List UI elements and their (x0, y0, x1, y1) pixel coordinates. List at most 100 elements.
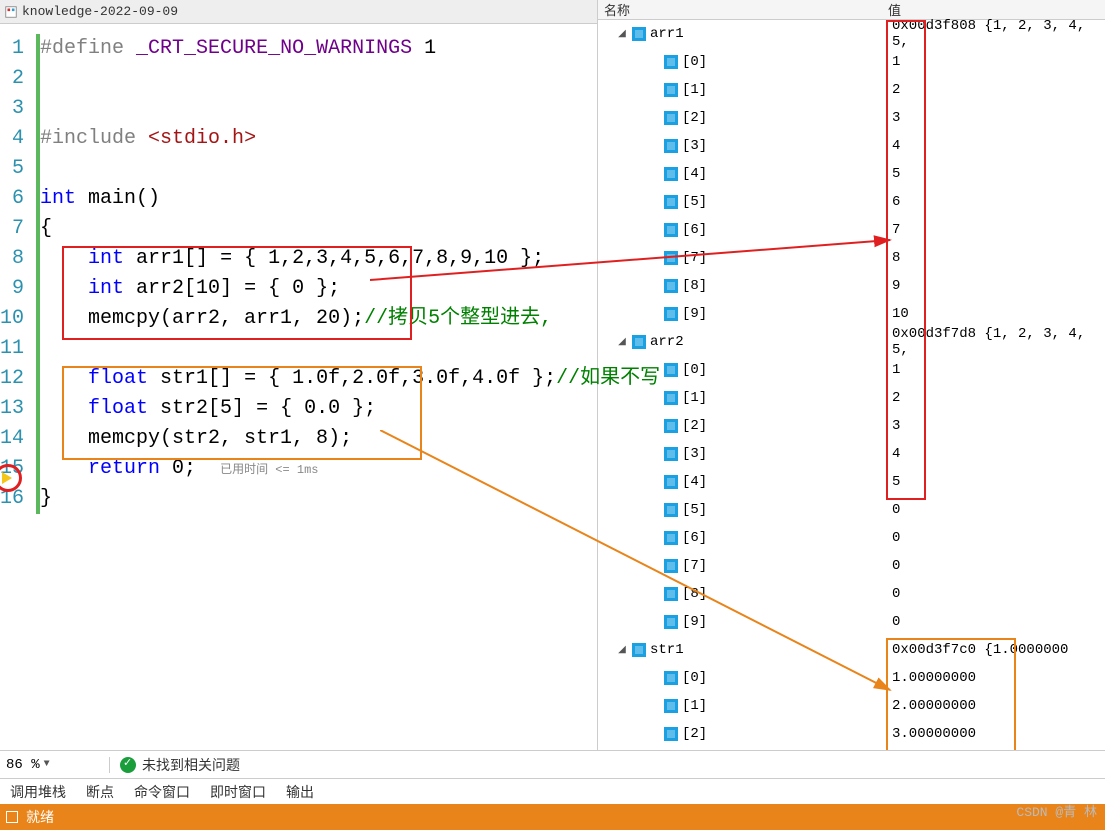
editor-pane: knowledge-2022-09-09 1234567891011121314… (0, 0, 598, 750)
watch-var-name: [4] (682, 474, 707, 490)
line-number: 12 (0, 364, 24, 394)
variable-icon (664, 55, 678, 69)
panel-tab[interactable]: 调用堆栈 (0, 782, 76, 802)
watch-var-name: [1] (682, 698, 707, 714)
watch-var-value: 5 (888, 474, 1105, 490)
line-number: 9 (0, 274, 24, 304)
watch-var-name: [5] (682, 502, 707, 518)
code-line[interactable]: #define _CRT_SECURE_NO_WARNINGS 1 (40, 34, 660, 64)
code-line[interactable]: float str2[5] = { 0.0 }; (40, 394, 660, 424)
watch-var-value: 0x00d3f7d8 {1, 2, 3, 4, 5, (888, 326, 1105, 358)
code-line[interactable]: #include <stdio.h> (40, 124, 660, 154)
watch-header-value[interactable]: 值 (888, 0, 901, 19)
editor-status-bar: 86 % ▼ 未找到相关问题 (0, 750, 1105, 778)
code-line[interactable]: memcpy(str2, str1, 8); (40, 424, 660, 454)
watch-row[interactable]: [0] 1 (598, 356, 1105, 384)
variable-icon (664, 447, 678, 461)
current-line-arrow-icon (2, 472, 12, 484)
variable-icon (664, 139, 678, 153)
watch-row[interactable]: [0]1.00000000 (598, 664, 1105, 692)
code-line[interactable]: int arr1[] = { 1,2,3,4,5,6,7,8,9,10 }; (40, 244, 660, 274)
watch-var-value: 10 (888, 306, 1105, 322)
panel-tab[interactable]: 命令窗口 (124, 782, 200, 802)
watch-body[interactable]: ◢arr10x00d3f808 {1, 2, 3, 4, 5,[0]1[1]2[… (598, 20, 1105, 750)
panel-tab[interactable]: 输出 (276, 782, 324, 802)
code-body[interactable]: #define _CRT_SECURE_NO_WARNINGS 1 #includ… (40, 24, 660, 750)
zoom-label: 86 % (6, 757, 40, 773)
watch-pane: 名称 值 ◢arr10x00d3f808 {1, 2, 3, 4, 5,[0]1… (598, 0, 1105, 750)
code-line[interactable]: { (40, 214, 660, 244)
watch-var-value: 0x00d3f7c0 {1.0000000 (888, 642, 1105, 658)
variable-icon (632, 27, 646, 41)
watch-var-value: 0 (888, 530, 1105, 546)
code-line[interactable]: } (40, 484, 660, 514)
code-line[interactable]: float str1[] = { 1.0f,2.0f,3.0f,4.0f };/… (40, 364, 660, 394)
code-line[interactable] (40, 154, 660, 184)
watch-header-name[interactable]: 名称 (598, 0, 888, 19)
watch-row[interactable]: [4] 5 (598, 160, 1105, 188)
line-number: 14 (0, 424, 24, 454)
variable-icon (664, 475, 678, 489)
no-issues-label: 未找到相关问题 (142, 755, 240, 775)
variable-icon (664, 699, 678, 713)
watch-row[interactable]: ◢arr20x00d3f7d8 {1, 2, 3, 4, 5, (598, 328, 1105, 356)
watch-row[interactable]: [1]2 (598, 384, 1105, 412)
watch-row[interactable]: [5]0 (598, 496, 1105, 524)
watch-row[interactable]: [8]0 (598, 580, 1105, 608)
code-line[interactable]: int arr2[10] = { 0 }; (40, 274, 660, 304)
watch-row[interactable]: [4] 5 (598, 468, 1105, 496)
watch-row[interactable]: [3]4.00000000 (598, 748, 1105, 750)
watch-row[interactable]: [6]7 (598, 216, 1105, 244)
watch-var-name: str1 (650, 642, 684, 658)
zoom-dropdown[interactable]: 86 % ▼ (0, 757, 110, 773)
watch-row[interactable]: ◢arr10x00d3f808 {1, 2, 3, 4, 5, (598, 20, 1105, 48)
expand-icon[interactable]: ◢ (616, 644, 628, 656)
line-number: 8 (0, 244, 24, 274)
stop-icon[interactable] (6, 811, 18, 823)
watch-row[interactable]: [9] 10 (598, 300, 1105, 328)
code-line[interactable] (40, 94, 660, 124)
code-line[interactable]: return 0; 已用时间 <= 1ms (40, 454, 660, 484)
watch-var-value: 1 (888, 362, 1105, 378)
watch-var-value: 7 (888, 222, 1105, 238)
watch-var-value: 5 (888, 166, 1105, 182)
expand-icon[interactable]: ◢ (616, 336, 628, 348)
line-number-gutter: 12345678910111213141516 (0, 24, 34, 750)
watch-row[interactable]: [1]2 (598, 76, 1105, 104)
watch-row[interactable]: [1] 2.00000000 (598, 692, 1105, 720)
expand-icon[interactable]: ◢ (616, 28, 628, 40)
watch-row[interactable]: [2]3.00000000 (598, 720, 1105, 748)
code-line[interactable] (40, 64, 660, 94)
watch-row[interactable]: [9]0 (598, 608, 1105, 636)
issues-status[interactable]: 未找到相关问题 (110, 755, 240, 775)
code-line[interactable]: int main() (40, 184, 660, 214)
line-number: 5 (0, 154, 24, 184)
watch-var-name: [4] (682, 166, 707, 182)
panel-tab[interactable]: 即时窗口 (200, 782, 276, 802)
watch-row[interactable]: [7]8 (598, 244, 1105, 272)
line-number: 13 (0, 394, 24, 424)
watch-row[interactable]: [2]3 (598, 104, 1105, 132)
watch-var-name: [9] (682, 306, 707, 322)
watch-row[interactable]: [7]0 (598, 552, 1105, 580)
watch-var-name: [0] (682, 362, 707, 378)
code-editor[interactable]: 12345678910111213141516 #define _CRT_SEC… (0, 24, 597, 750)
panel-tab[interactable]: 断点 (76, 782, 124, 802)
watch-row[interactable]: ◢ str1 0x00d3f7c0 {1.0000000 (598, 636, 1105, 664)
file-tab[interactable]: knowledge-2022-09-09 (0, 0, 597, 24)
variable-icon (664, 391, 678, 405)
watch-var-value: 2.00000000 (888, 698, 1105, 714)
watch-row[interactable]: [5]6 (598, 188, 1105, 216)
line-number: 3 (0, 94, 24, 124)
watch-row[interactable]: [0]1 (598, 48, 1105, 76)
watch-row[interactable]: [6]0 (598, 524, 1105, 552)
watch-row[interactable]: [3]4 (598, 132, 1105, 160)
watch-var-value: 0 (888, 586, 1105, 602)
watch-row[interactable]: [3]4 (598, 440, 1105, 468)
variable-icon (664, 111, 678, 125)
code-line[interactable] (40, 334, 660, 364)
watch-row[interactable]: [2]3 (598, 412, 1105, 440)
watch-row[interactable]: [8]9 (598, 272, 1105, 300)
code-line[interactable]: memcpy(arr2, arr1, 20);//拷贝5个整型进去, (40, 304, 660, 334)
variable-icon (664, 195, 678, 209)
